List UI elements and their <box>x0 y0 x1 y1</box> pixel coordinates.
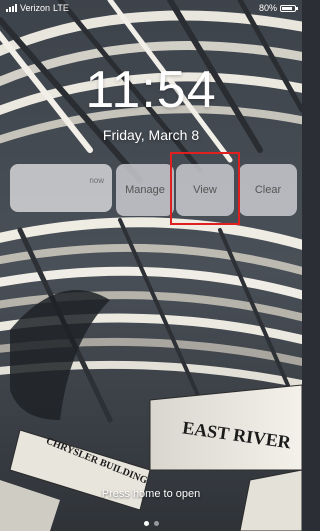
notification-time: now <box>89 176 104 185</box>
clear-button[interactable]: Clear <box>239 164 297 216</box>
cellular-signal-icon <box>6 4 17 12</box>
network-label: LTE <box>53 3 69 13</box>
manage-button[interactable]: Manage <box>116 164 174 216</box>
carrier-label: Verizon <box>20 3 51 13</box>
status-bar: Verizon LTE 80% <box>0 0 302 16</box>
page-dot <box>153 521 159 526</box>
battery-percent: 80% <box>258 3 277 13</box>
view-highlight-box <box>170 152 240 225</box>
notification-card[interactable]: now <box>10 164 112 212</box>
battery-icon <box>280 4 298 12</box>
page-indicator <box>0 521 302 526</box>
unlock-hint: Press home to open <box>101 488 201 500</box>
lock-screen-time: 11:54 <box>85 61 217 119</box>
lock-screen: EAST RIVER CHRYSLER BUILDING Verizon LTE… <box>0 0 302 531</box>
page-dot <box>143 521 149 526</box>
lock-screen-date: Friday, March 8 <box>102 127 200 143</box>
